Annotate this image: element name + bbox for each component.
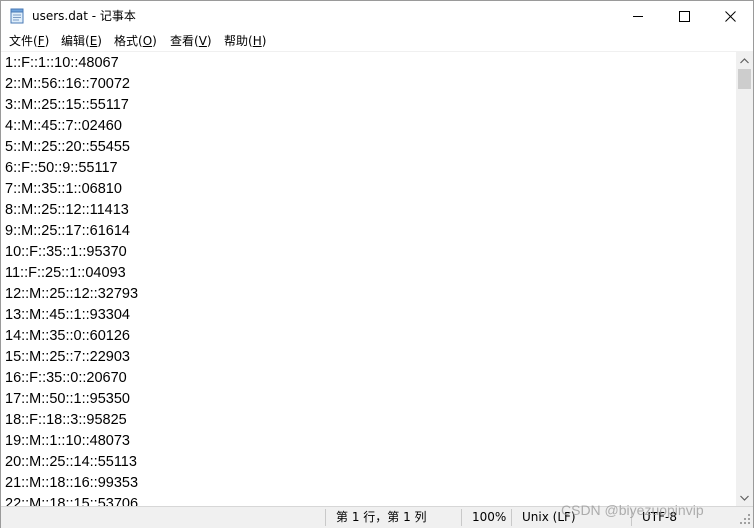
status-divider — [511, 509, 512, 526]
menu-file[interactable]: 文件(F) — [9, 33, 49, 50]
status-divider — [325, 509, 326, 526]
menu-format[interactable]: 格式(O) — [114, 33, 157, 50]
text-line: 10::F::35::1::95370 — [5, 244, 127, 260]
text-line: 15::M::25::7::22903 — [5, 349, 130, 365]
minimize-button[interactable] — [615, 1, 661, 31]
zoom-level: 100% — [472, 510, 507, 524]
menu-help[interactable]: 帮助(H) — [224, 33, 266, 50]
text-line: 22::M::18::15::53706 — [5, 496, 139, 506]
minimize-icon — [632, 15, 643, 17]
resize-grip-icon[interactable] — [739, 513, 751, 525]
text-line: 2::M::56::16::70072 — [5, 76, 130, 92]
status-divider — [461, 509, 462, 526]
chevron-down-icon — [740, 495, 749, 501]
maximize-button[interactable] — [661, 1, 707, 31]
text-line: 5::M::25::20::55455 — [5, 139, 130, 155]
text-line: 9::M::25::17::61614 — [5, 223, 130, 239]
text-line: 6::F::50::9::55117 — [5, 160, 118, 176]
notepad-window: users.dat - 记事本 文件(F) 编辑(E) 格式(O) 查看(V) … — [0, 0, 754, 528]
text-line: 11::F::25::1::04093 — [5, 265, 126, 281]
chevron-up-icon — [740, 57, 749, 63]
text-line: 1::F::1::10::48067 — [5, 55, 119, 71]
text-line: 18::F::18::3::95825 — [5, 412, 127, 428]
menu-edit[interactable]: 编辑(E) — [61, 33, 102, 50]
scrollbar-thumb[interactable] — [738, 69, 751, 89]
watermark: CSDN @biyezuopinvip — [561, 502, 704, 518]
text-editor[interactable]: 1::F::1::10::48067 2::M::56::16::70072 3… — [1, 52, 736, 506]
text-line: 20::M::25::14::55113 — [5, 454, 137, 470]
title-bar[interactable]: users.dat - 记事本 — [1, 1, 753, 31]
text-line: 19::M::1::10::48073 — [5, 433, 130, 449]
text-line: 8::M::25::12::11413 — [5, 202, 129, 218]
text-line: 3::M::25::15::55117 — [5, 97, 129, 113]
text-line: 12::M::25::12::32793 — [5, 286, 139, 302]
menu-bar: 文件(F) 编辑(E) 格式(O) 查看(V) 帮助(H) — [1, 31, 753, 52]
text-line: 4::M::45::7::02460 — [5, 118, 122, 134]
maximize-icon — [678, 10, 690, 22]
window-title: users.dat - 记事本 — [32, 9, 136, 23]
scroll-up-button[interactable] — [736, 52, 753, 69]
close-button[interactable] — [707, 1, 753, 31]
menu-view[interactable]: 查看(V) — [170, 33, 212, 50]
text-line: 17::M::50::1::95350 — [5, 391, 130, 407]
cursor-position: 第 1 行，第 1 列 — [336, 510, 427, 524]
scroll-down-button[interactable] — [736, 489, 753, 506]
text-line: 16::F::35::0::20670 — [5, 370, 127, 386]
close-icon — [724, 10, 736, 22]
text-line: 13::M::45::1::93304 — [5, 307, 130, 323]
notepad-icon — [10, 8, 24, 24]
vertical-scrollbar[interactable] — [736, 52, 753, 506]
text-line: 21::M::18::16::99353 — [5, 475, 139, 491]
text-line: 14::M::35::0::60126 — [5, 328, 130, 344]
text-line: 7::M::35::1::06810 — [5, 181, 122, 197]
